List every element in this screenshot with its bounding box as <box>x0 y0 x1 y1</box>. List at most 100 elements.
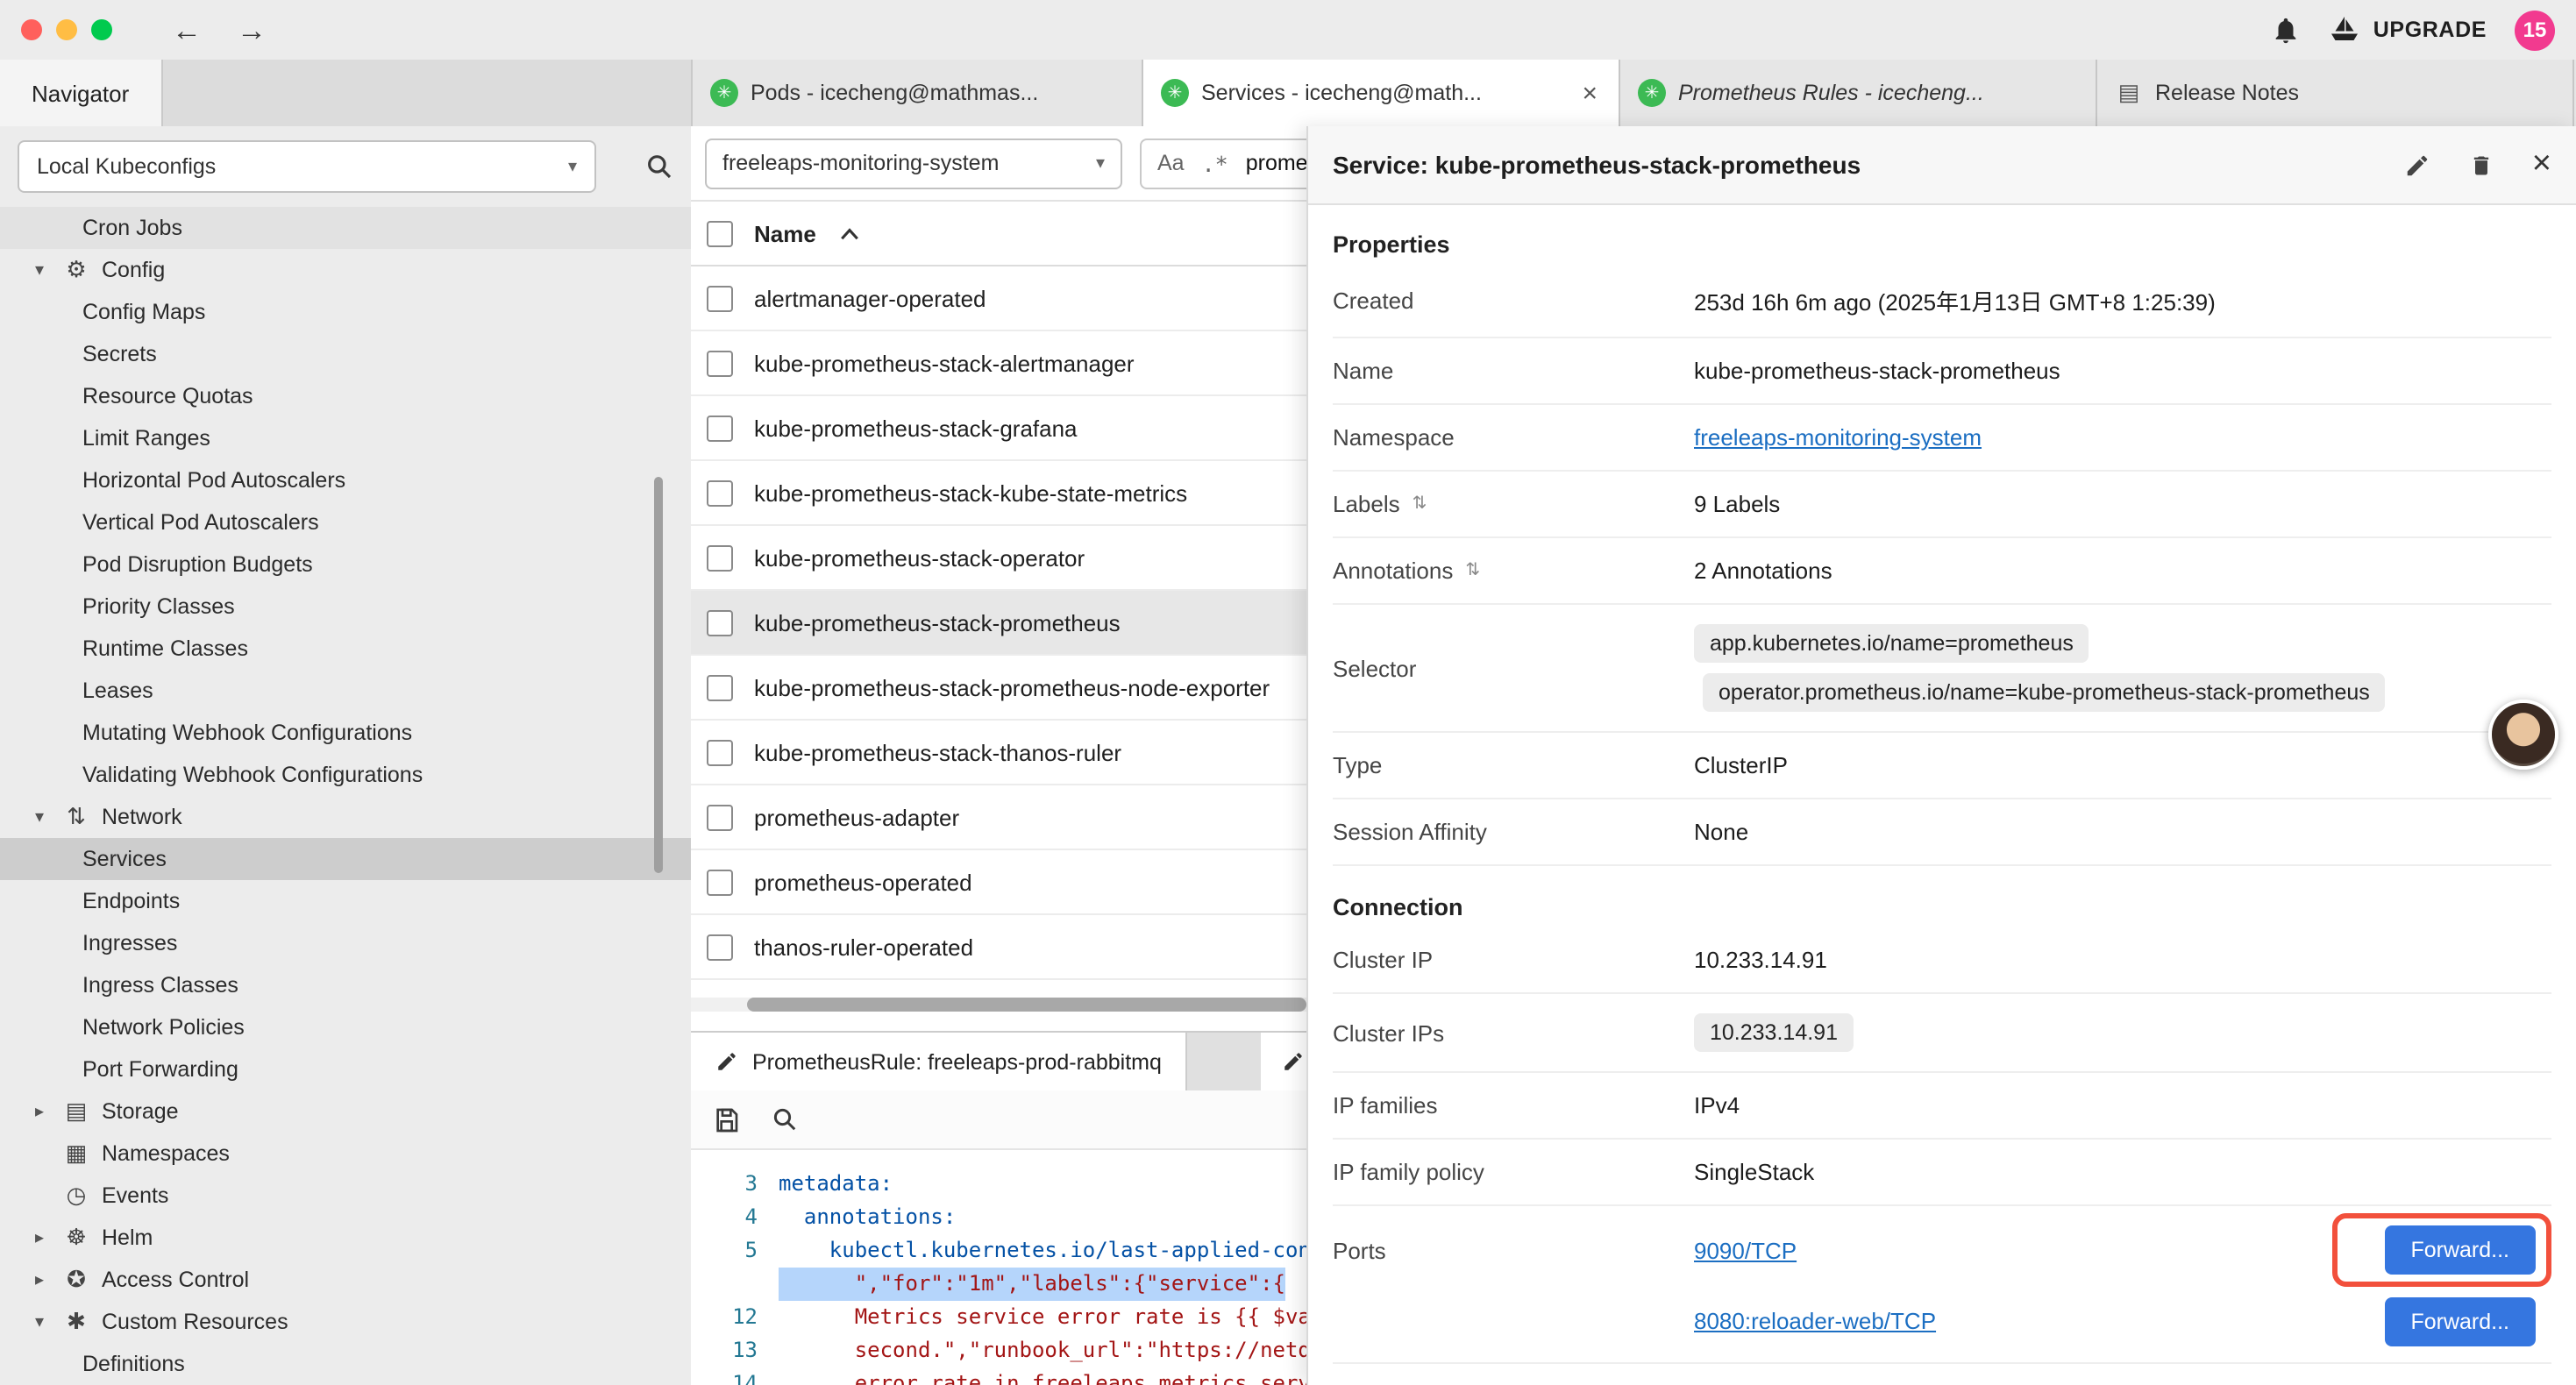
sidebar-item-endpoints[interactable]: Endpoints <box>0 880 691 922</box>
sidebar-item-ingresses[interactable]: Ingresses <box>0 922 691 964</box>
navigator-panel-tab[interactable]: Navigator <box>0 60 162 126</box>
sidebar-item-config-maps[interactable]: Config Maps <box>0 291 691 333</box>
minimize-window-button[interactable] <box>56 19 77 40</box>
sidebar-item-custom-resources[interactable]: ▾✱Custom Resources <box>0 1301 691 1343</box>
horizontal-scrollbar-thumb[interactable] <box>747 998 1306 1012</box>
table-row[interactable]: alertmanager-operated <box>691 266 1306 331</box>
row-checkbox[interactable] <box>707 739 733 765</box>
row-checkbox[interactable] <box>707 415 733 441</box>
close-icon[interactable]: × <box>1578 78 1601 108</box>
row-checkbox[interactable] <box>707 804 733 830</box>
chevron-down-icon[interactable]: ▾ <box>35 260 61 280</box>
table-row[interactable]: kube-prometheus-stack-operator <box>691 526 1306 591</box>
upgrade-button[interactable]: UPGRADE <box>2330 16 2487 44</box>
delete-icon[interactable] <box>2469 152 2494 178</box>
tab-prometheus-rules-icecheng[interactable]: ✳Prometheus Rules - icecheng... <box>1620 60 2097 126</box>
table-row[interactable]: kube-prometheus-stack-alertmanager <box>691 331 1306 396</box>
row-checkbox[interactable] <box>707 285 733 311</box>
back-icon[interactable]: ← <box>172 15 202 45</box>
sidebar-item-storage[interactable]: ▸▤Storage <box>0 1090 691 1133</box>
select-all-checkbox[interactable] <box>707 220 733 246</box>
sidebar-item-pod-disruption-budgets[interactable]: Pod Disruption Budgets <box>0 543 691 586</box>
service-detail-drawer: Service: kube-prometheus-stack-prometheu… <box>1306 126 2576 1385</box>
namespace-selector[interactable]: freeleaps-monitoring-system ▾ <box>705 138 1122 188</box>
sidebar-item-network-policies[interactable]: Network Policies <box>0 1006 691 1048</box>
search-icon[interactable] <box>645 153 673 181</box>
forward-button[interactable]: Forward... <box>2384 1225 2536 1275</box>
table-row[interactable]: prometheus-operated <box>691 850 1306 915</box>
sidebar-item-mutating-webhook-configurations[interactable]: Mutating Webhook Configurations <box>0 712 691 754</box>
tab-release-notes[interactable]: ▤Release Notes <box>2097 60 2574 126</box>
sidebar-item-namespaces[interactable]: ▦Namespaces <box>0 1133 691 1175</box>
search-icon[interactable] <box>772 1106 798 1133</box>
row-checkbox[interactable] <box>707 934 733 960</box>
sidebar-item-services[interactable]: Services <box>0 838 691 880</box>
table-row[interactable]: kube-prometheus-stack-grafana <box>691 396 1306 461</box>
forward-icon[interactable]: → <box>237 15 267 45</box>
sidebar-item-access-control[interactable]: ▸✪Access Control <box>0 1259 691 1301</box>
table-row[interactable]: kube-prometheus-stack-prometheus-node-ex… <box>691 656 1306 721</box>
expand-toggle-icon[interactable]: ⇅ <box>1465 561 1480 580</box>
sidebar-item-secrets[interactable]: Secrets <box>0 333 691 375</box>
avatar[interactable] <box>2488 700 2558 770</box>
chevron-down-icon[interactable]: ▾ <box>35 1312 61 1332</box>
dock-tab-next[interactable] <box>1262 1033 1306 1090</box>
row-checkbox[interactable] <box>707 544 733 571</box>
sidebar-item-horizontal-pod-autoscalers[interactable]: Horizontal Pod Autoscalers <box>0 459 691 501</box>
close-window-button[interactable] <box>21 19 42 40</box>
edit-icon[interactable] <box>2404 152 2430 178</box>
sidebar-item-network[interactable]: ▾⇅Network <box>0 796 691 838</box>
tab-strip: ✳Pods - icecheng@mathmas...✳Services - i… <box>693 60 2576 126</box>
sidebar-item-cron-jobs[interactable]: Cron Jobs <box>0 207 691 249</box>
sidebar-item-events[interactable]: ◷Events <box>0 1175 691 1217</box>
table-row[interactable]: kube-prometheus-stack-prometheus <box>691 591 1306 656</box>
match-case-icon[interactable]: Aa <box>1157 151 1185 175</box>
notifications-bell-icon[interactable] <box>2272 15 2302 45</box>
chevron-down-icon[interactable]: ▾ <box>35 807 61 827</box>
column-header-name[interactable]: Name <box>754 220 816 246</box>
sidebar-item-leases[interactable]: Leases <box>0 670 691 712</box>
tab-pods-icecheng-mathmas[interactable]: ✳Pods - icecheng@mathmas... <box>693 60 1143 126</box>
sidebar-item-validating-webhook-configurations[interactable]: Validating Webhook Configurations <box>0 754 691 796</box>
regex-icon[interactable]: .* <box>1202 150 1228 176</box>
namespace-link[interactable]: freeleaps-monitoring-system <box>1694 424 1982 451</box>
notification-count-badge[interactable]: 15 <box>2515 10 2555 50</box>
kubeconfig-selector[interactable]: Local Kubeconfigs ▾ <box>18 140 596 193</box>
sidebar-item-priority-classes[interactable]: Priority Classes <box>0 586 691 628</box>
sidebar-scrollbar[interactable] <box>654 477 663 873</box>
port-link[interactable]: 8080:reloader-web/TCP <box>1694 1308 1936 1334</box>
tab-services-icecheng-math[interactable]: ✳Services - icecheng@math...× <box>1143 60 1620 126</box>
table-row[interactable]: kube-prometheus-stack-thanos-ruler <box>691 721 1306 785</box>
sidebar-item-resource-quotas[interactable]: Resource Quotas <box>0 375 691 417</box>
expand-toggle-icon[interactable]: ⇅ <box>1413 494 1427 514</box>
sidebar-item-config[interactable]: ▾⚙Config <box>0 249 691 291</box>
sidebar-item-limit-ranges[interactable]: Limit Ranges <box>0 417 691 459</box>
sidebar-item-runtime-classes[interactable]: Runtime Classes <box>0 628 691 670</box>
table-row[interactable]: prometheus-adapter <box>691 785 1306 850</box>
sort-asc-icon[interactable] <box>841 227 860 239</box>
sidebar-item-port-forwarding[interactable]: Port Forwarding <box>0 1048 691 1090</box>
fullscreen-window-button[interactable] <box>91 19 112 40</box>
chevron-right-icon[interactable]: ▸ <box>35 1270 61 1289</box>
dock-tab-prometheusrule[interactable]: PrometheusRule: freeleaps-prod-rabbitmq <box>691 1033 1188 1090</box>
sidebar-item-vertical-pod-autoscalers[interactable]: Vertical Pod Autoscalers <box>0 501 691 543</box>
chevron-right-icon[interactable]: ▸ <box>35 1228 61 1247</box>
row-checkbox[interactable] <box>707 674 733 700</box>
table-row[interactable]: thanos-ruler-operated <box>691 915 1306 980</box>
save-icon[interactable] <box>712 1105 740 1133</box>
row-checkbox[interactable] <box>707 479 733 506</box>
yaml-editor[interactable]: 3metadata:4 annotations:5 kubectl.kubern… <box>691 1150 1306 1385</box>
horizontal-scrollbar-track[interactable] <box>691 998 1306 1012</box>
port-link[interactable]: 9090/TCP <box>1694 1237 1797 1263</box>
row-checkbox[interactable] <box>707 350 733 376</box>
sidebar-item-ingress-classes[interactable]: Ingress Classes <box>0 964 691 1006</box>
chevron-right-icon[interactable]: ▸ <box>35 1102 61 1121</box>
table-row[interactable]: kube-prometheus-stack-kube-state-metrics <box>691 461 1306 526</box>
forward-button[interactable]: Forward... <box>2384 1296 2536 1346</box>
row-checkbox[interactable] <box>707 869 733 895</box>
close-icon[interactable]: × <box>2532 146 2551 184</box>
table-search-input[interactable]: Aa .* prome <box>1140 138 1306 188</box>
row-checkbox[interactable] <box>707 609 733 636</box>
sidebar-item-definitions[interactable]: Definitions <box>0 1343 691 1385</box>
sidebar-item-helm[interactable]: ▸☸Helm <box>0 1217 691 1259</box>
